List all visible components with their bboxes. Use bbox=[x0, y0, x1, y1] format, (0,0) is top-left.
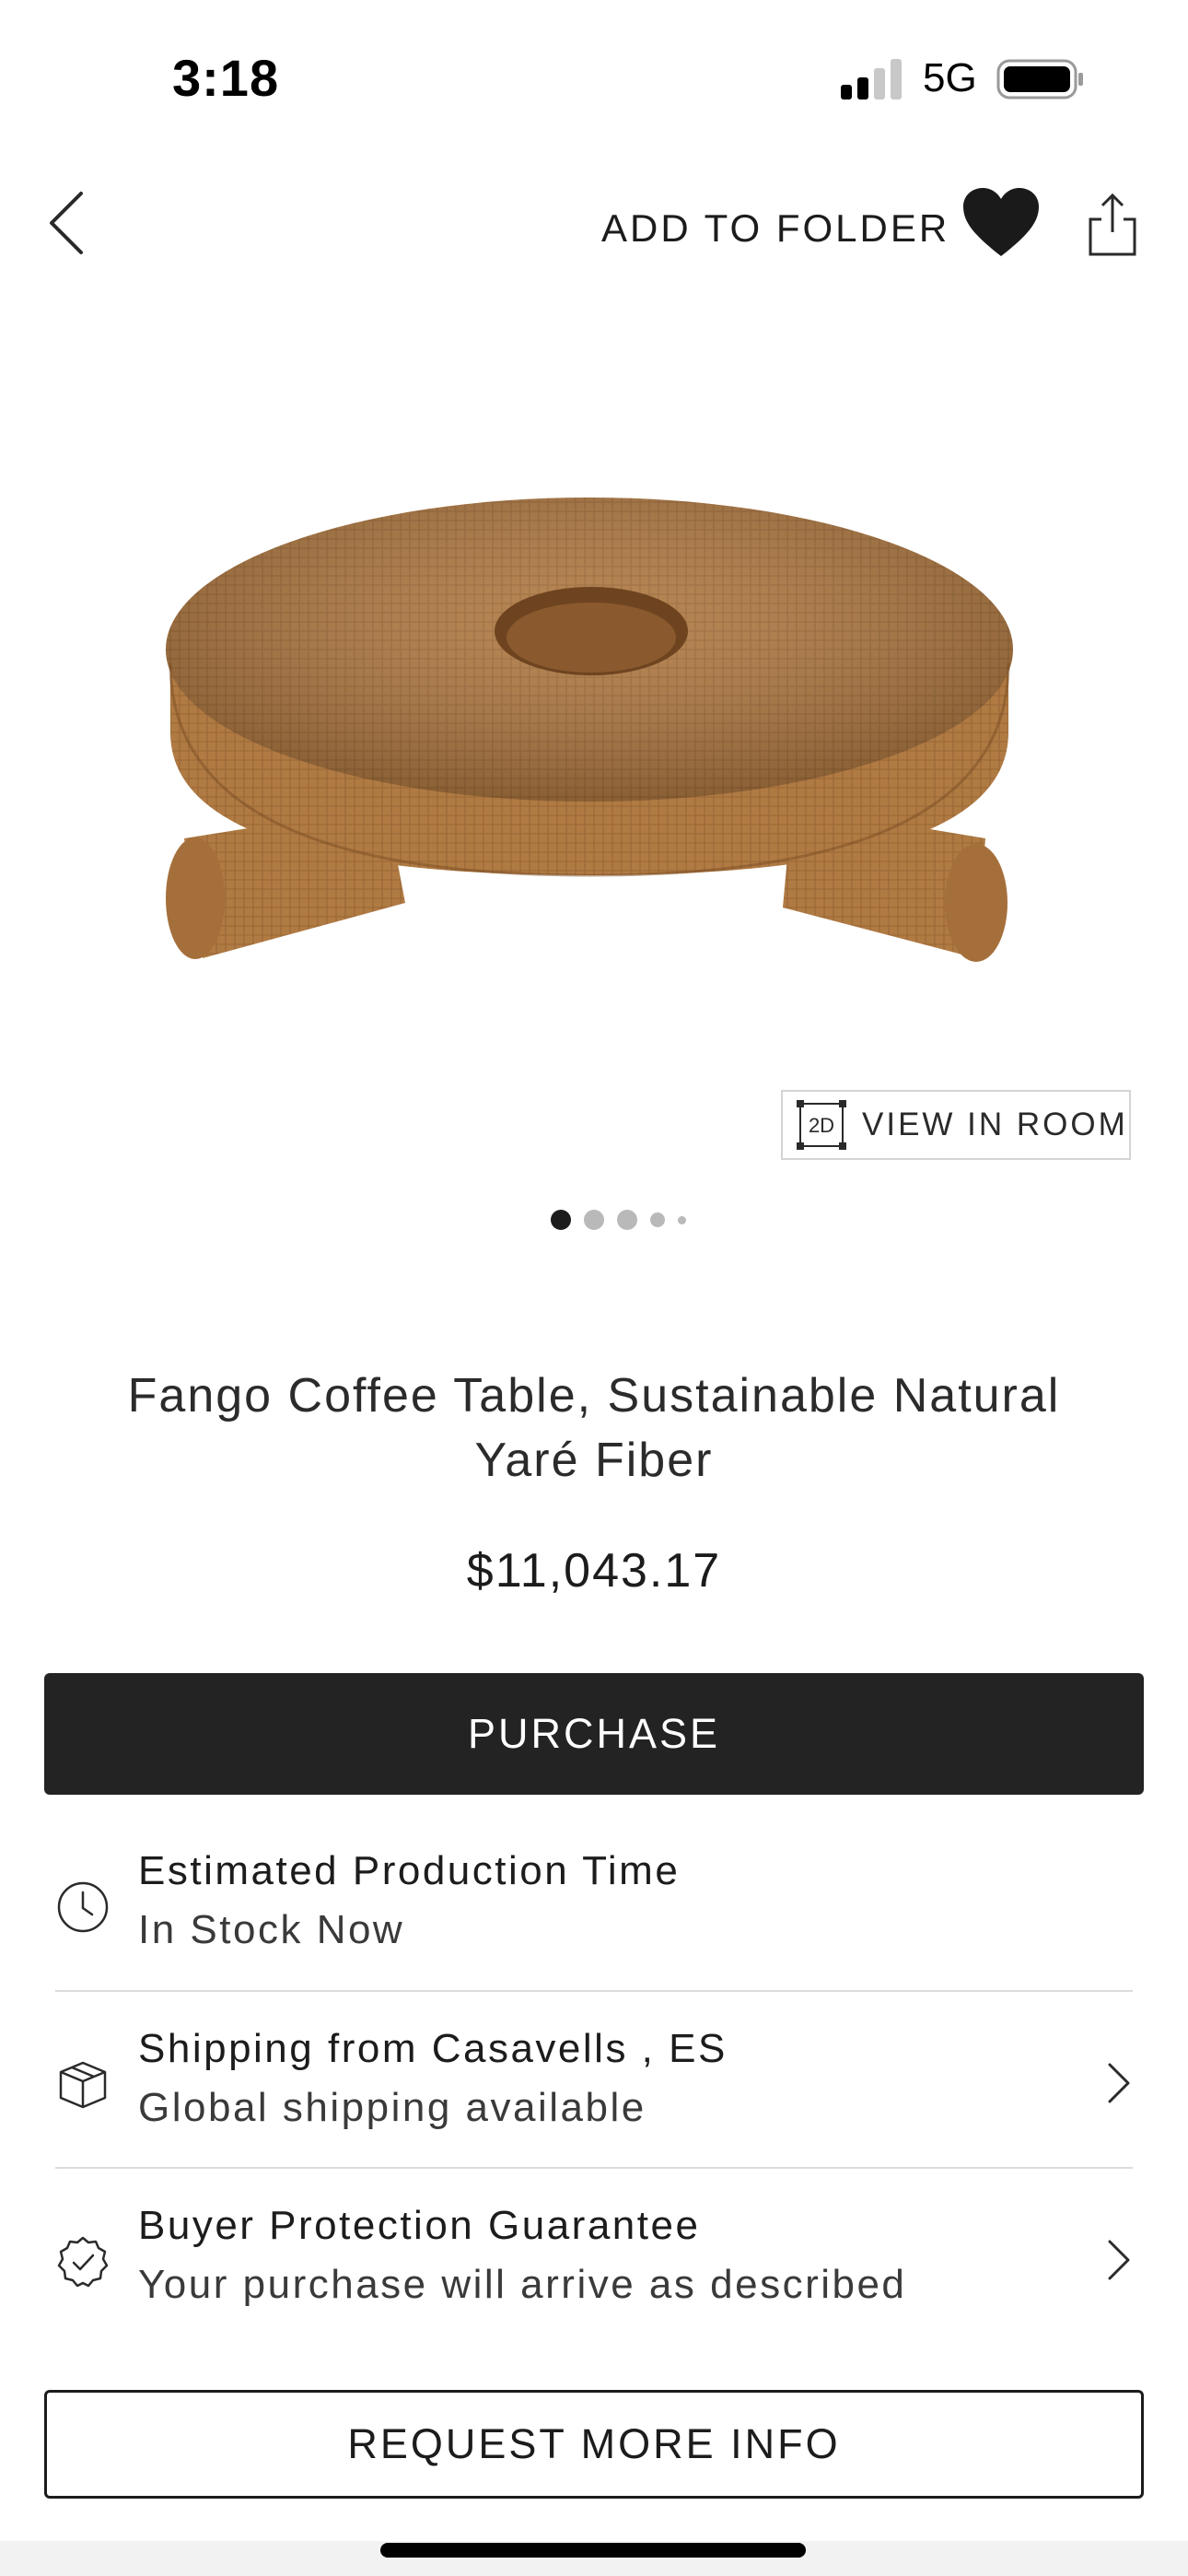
production-time-row: Estimated Production Time In Stock Now bbox=[55, 1843, 1133, 1962]
info-row-subtitle: In Stock Now bbox=[138, 1907, 405, 1952]
signal-icon bbox=[841, 59, 902, 100]
share-icon[interactable] bbox=[1087, 192, 1138, 258]
divider bbox=[55, 1990, 1133, 1992]
info-row-title: Buyer Protection Guarantee bbox=[138, 2203, 701, 2248]
view-in-room-label: VIEW IN ROOM bbox=[862, 1107, 1128, 1142]
heart-icon[interactable] bbox=[963, 188, 1039, 258]
badge-check-icon bbox=[57, 2236, 109, 2288]
page-dot[interactable] bbox=[650, 1212, 665, 1227]
request-more-info-button[interactable]: REQUEST MORE INFO bbox=[44, 2390, 1144, 2499]
product-image[interactable] bbox=[147, 479, 1031, 977]
back-chevron-icon[interactable] bbox=[46, 190, 87, 256]
page-dot[interactable] bbox=[617, 1210, 637, 1230]
2d-badge-text: 2D bbox=[809, 1114, 834, 1137]
2d-view-icon: 2D bbox=[797, 1100, 846, 1150]
chevron-right-icon[interactable] bbox=[1105, 2238, 1133, 2282]
info-row-title: Shipping from Casavells , ES bbox=[138, 2026, 728, 2071]
status-time: 3:18 bbox=[172, 49, 280, 107]
page-dot-active[interactable] bbox=[551, 1210, 571, 1230]
info-row-subtitle: Your purchase will arrive as described bbox=[138, 2262, 907, 2307]
chevron-right-icon[interactable] bbox=[1105, 2061, 1133, 2105]
divider bbox=[55, 2167, 1133, 2169]
network-label: 5G bbox=[923, 55, 977, 100]
home-indicator[interactable] bbox=[380, 2543, 806, 2558]
view-in-room-button[interactable]: 2D VIEW IN ROOM bbox=[781, 1090, 1131, 1160]
add-to-folder-button[interactable]: ADD TO FOLDER bbox=[601, 206, 949, 251]
box-icon bbox=[59, 2061, 107, 2109]
battery-icon bbox=[996, 59, 1083, 100]
clock-icon bbox=[57, 1881, 109, 1933]
shipping-row[interactable]: Shipping from Casavells , ES Global ship… bbox=[55, 2020, 1133, 2140]
info-row-title: Estimated Production Time bbox=[138, 1848, 681, 1893]
product-price: $11,043.17 bbox=[466, 1544, 722, 1598]
page-dot[interactable] bbox=[678, 1215, 686, 1224]
buyer-protection-row[interactable]: Buyer Protection Guarantee Your purchase… bbox=[55, 2197, 1133, 2317]
info-row-subtitle: Global shipping available bbox=[138, 2085, 646, 2130]
purchase-button[interactable]: PURCHASE bbox=[44, 1673, 1144, 1795]
page-dot[interactable] bbox=[584, 1210, 604, 1230]
product-title: Fango Coffee Table, Sustainable Natural … bbox=[127, 1369, 1061, 1487]
gallery-pagination[interactable] bbox=[551, 1209, 699, 1231]
